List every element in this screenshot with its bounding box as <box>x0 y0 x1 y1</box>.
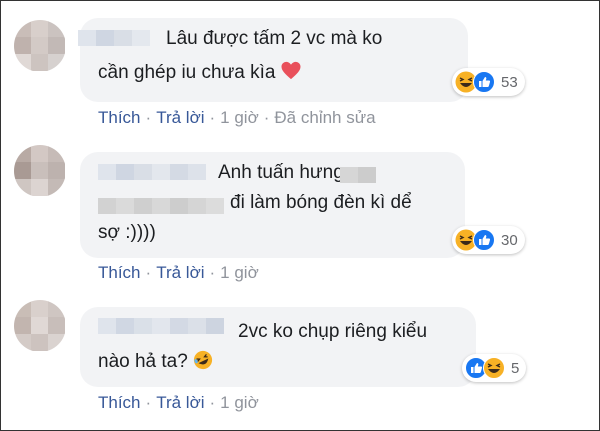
timestamp[interactable]: 1 giờ <box>220 108 259 127</box>
comment-text-line: nào hả ta? <box>98 347 213 377</box>
reaction-count: 30 <box>501 231 518 249</box>
avatar[interactable] <box>14 145 66 197</box>
reaction-summary[interactable]: 53 <box>452 68 525 96</box>
comment-text-line: đi làm bóng đèn kì dể <box>230 192 412 213</box>
blurred-username[interactable] <box>98 164 206 180</box>
avatar[interactable] <box>14 20 66 72</box>
timestamp[interactable]: 1 giờ <box>220 393 259 412</box>
reaction-summary[interactable]: 5 <box>462 354 527 382</box>
reaction-count: 5 <box>511 359 520 377</box>
comment-actions: Thích · Trả lời · 1 giờ · Đã chỉnh sửa <box>98 108 376 127</box>
comment-text-line: cần ghép iu chưa kìa <box>98 58 301 88</box>
haha-icon <box>483 357 505 379</box>
blurred-tagged-name[interactable] <box>98 198 224 214</box>
rofl-emoji-icon <box>193 350 213 370</box>
comment-text-line: sợ :)))) <box>98 222 156 243</box>
blurred-username[interactable] <box>78 30 150 46</box>
heart-icon <box>280 60 301 80</box>
blurred-tagged-name[interactable] <box>340 167 376 183</box>
blurred-username[interactable] <box>98 318 224 334</box>
reaction-count: 53 <box>501 73 518 91</box>
like-link[interactable]: Thích <box>98 393 141 412</box>
comment-text-line: 2vc ko chụp riêng kiểu <box>238 321 428 342</box>
like-icon <box>473 229 495 251</box>
like-icon <box>473 71 495 93</box>
like-link[interactable]: Thích <box>98 108 141 127</box>
comment-actions: Thích · Trả lời · 1 giờ <box>98 263 259 282</box>
reply-link[interactable]: Trả lời <box>156 393 204 412</box>
comment-actions: Thích · Trả lời · 1 giờ <box>98 393 259 412</box>
timestamp[interactable]: 1 giờ <box>220 263 259 282</box>
comment-text-line: Anh tuấn hưng <box>218 162 344 183</box>
reply-link[interactable]: Trả lời <box>156 263 204 282</box>
avatar[interactable] <box>14 300 66 352</box>
comment-text-line: Lâu được tấm 2 vc mà ko <box>166 28 383 49</box>
edited-label[interactable]: Đã chỉnh sửa <box>274 108 375 127</box>
like-link[interactable]: Thích <box>98 263 141 282</box>
reply-link[interactable]: Trả lời <box>156 108 204 127</box>
reaction-summary[interactable]: 30 <box>452 226 525 254</box>
